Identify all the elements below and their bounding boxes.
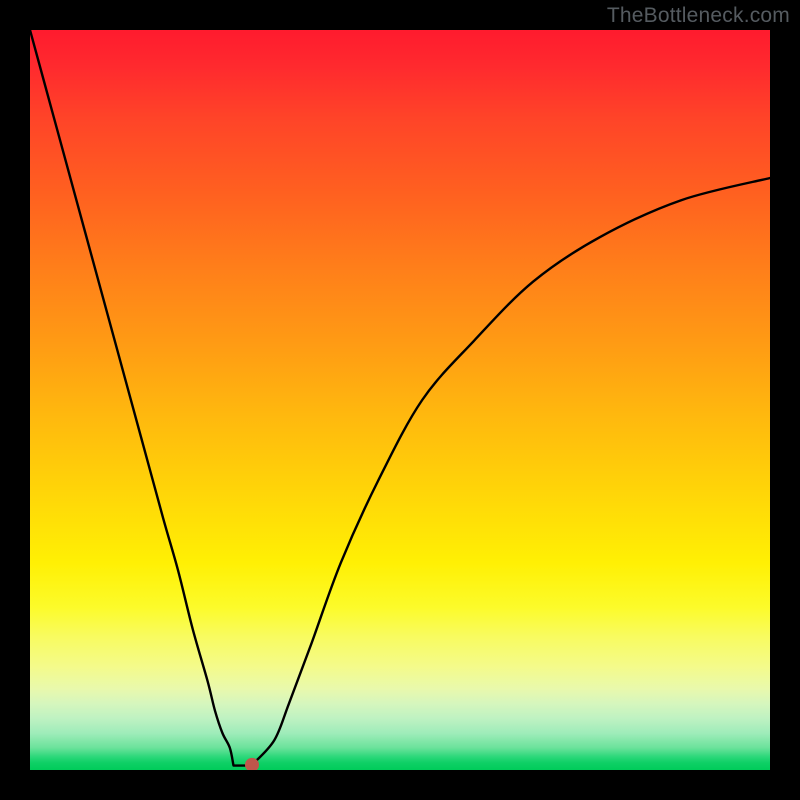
bottleneck-curve bbox=[30, 30, 770, 767]
plot-area bbox=[30, 30, 770, 770]
chart-frame: TheBottleneck.com bbox=[0, 0, 800, 800]
curve-layer bbox=[30, 30, 770, 770]
watermark-text: TheBottleneck.com bbox=[607, 4, 790, 28]
